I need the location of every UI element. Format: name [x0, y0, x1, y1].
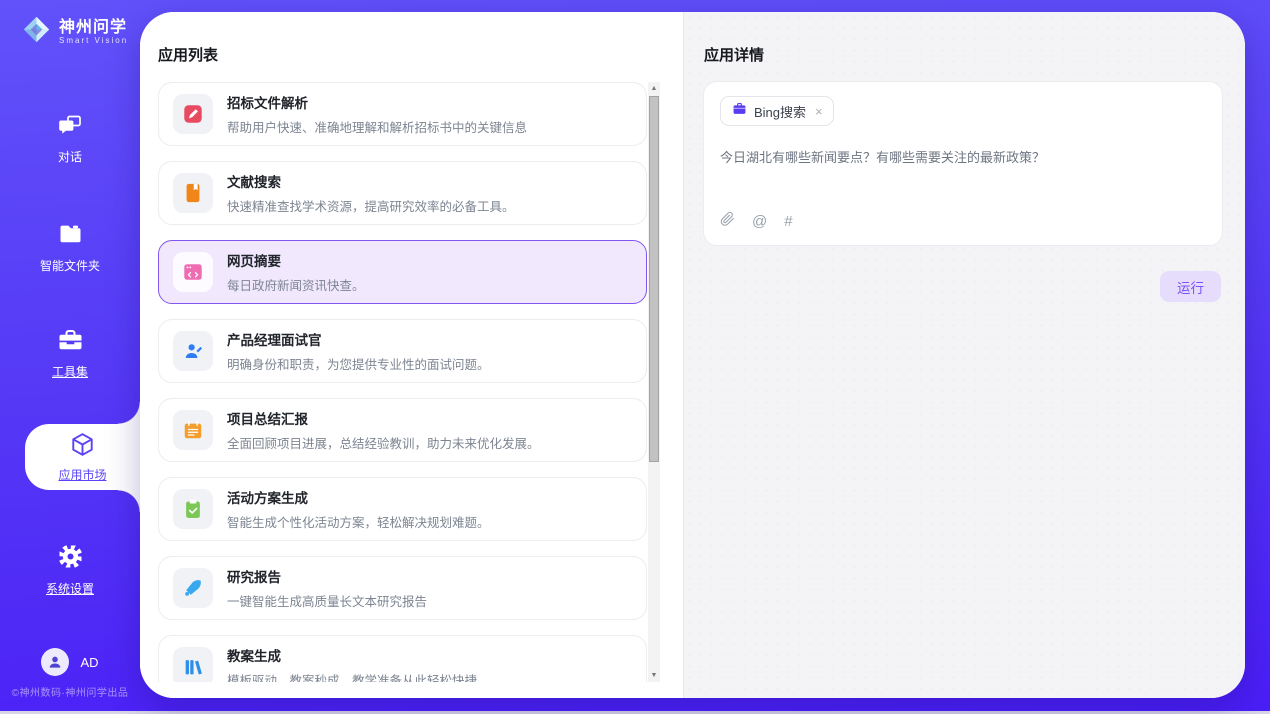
sidebar-item-smart-folder[interactable]: 智能文件夹 — [0, 221, 140, 274]
briefcase-icon — [732, 101, 747, 121]
sidebar-item-label: 对话 — [58, 148, 82, 165]
attachment-toolbar: @ # — [720, 211, 1206, 232]
calendar-icon — [173, 410, 213, 450]
sidebar-footer-credit: ©神州数码·神州问学出品 — [0, 684, 140, 699]
ink-pen-icon — [173, 568, 213, 608]
user-account[interactable]: AD — [0, 648, 140, 676]
app-card-literature-search[interactable]: 文献搜索 快速精准查找学术资源，提高研究效率的必备工具。 — [158, 161, 647, 225]
chip-close-icon[interactable]: × — [815, 104, 823, 119]
app-card-desc: 每日政府新闻资讯快查。 — [227, 275, 365, 294]
app-card-desc: 快速精准查找学术资源，提高研究效率的必备工具。 — [227, 196, 515, 215]
app-card-event-plan[interactable]: 活动方案生成 智能生成个性化活动方案，轻松解决规划难题。 — [158, 477, 647, 541]
app-card-title: 教案生成 — [227, 645, 477, 665]
app-card-title: 网页摘要 — [227, 250, 365, 270]
sidebar-item-label: 应用市场 — [58, 466, 106, 483]
app-card-title: 研究报告 — [227, 566, 427, 586]
sidebar-item-toolbox[interactable]: 工具集 — [0, 327, 140, 380]
app-list-title: 应用列表 — [158, 44, 218, 65]
app-card-title: 文献搜索 — [227, 171, 515, 191]
app-detail-panel: 应用详情 Bing搜索 × 今日湖北有哪些新闻要点？有哪些需要关注的最新政策？ — [683, 12, 1245, 698]
scrollbar-thumb[interactable] — [649, 96, 659, 462]
sidebar-item-label: 工具集 — [52, 363, 88, 380]
run-button[interactable]: 运行 — [1160, 271, 1221, 302]
scrollbar-down-arrow-icon[interactable]: ▼ — [648, 672, 660, 679]
folder-icon — [57, 221, 84, 250]
app-card-web-summary[interactable]: 网页摘要 每日政府新闻资讯快查。 — [158, 240, 647, 304]
sidebar-item-label: 智能文件夹 — [40, 257, 100, 274]
app-card-project-summary[interactable]: 项目总结汇报 全面回顾项目进展，总结经验教训，助力未来优化发展。 — [158, 398, 647, 462]
brand-diamond-icon — [21, 14, 52, 50]
app-list-scrollbar[interactable]: ▲ ▼ — [648, 82, 660, 682]
app-card-desc: 一键智能生成高质量长文本研究报告 — [227, 591, 427, 610]
clipboard-check-icon — [173, 489, 213, 529]
app-card-desc: 帮助用户快速、准确地理解和解析招标书中的关键信息 — [227, 117, 527, 136]
sidebar-item-chat[interactable]: 对话 — [0, 112, 140, 165]
user-label: AD — [80, 655, 98, 670]
sidebar-item-label: 系统设置 — [46, 580, 94, 597]
cube-icon — [69, 431, 96, 461]
main-window: 应用列表 招标文件解析 帮助用户快速、准确地理解和解析招标书中的关键信息 — [140, 12, 1245, 698]
app-card-desc: 全面回顾项目进展，总结经验教训，助力未来优化发展。 — [227, 433, 540, 452]
app-card-lesson-plan[interactable]: 教案生成 模板驱动，教案秒成，教学准备从此轻松快捷 — [158, 635, 647, 682]
app-detail-card: Bing搜索 × 今日湖北有哪些新闻要点？有哪些需要关注的最新政策？ @ # — [703, 81, 1223, 246]
document-edit-icon — [173, 94, 213, 134]
brand-subtitle: Smart Vision — [59, 36, 128, 45]
sidebar: 神州问学 Smart Vision 对话 智能文件夹 — [0, 0, 140, 711]
app-card-title: 活动方案生成 — [227, 487, 490, 507]
app-card-title: 项目总结汇报 — [227, 408, 540, 428]
tool-chip-label: Bing搜索 — [754, 102, 806, 121]
brand-logo: 神州问学 Smart Vision — [21, 14, 128, 50]
app-card-title: 招标文件解析 — [227, 92, 527, 112]
brand-name: 神州问学 — [59, 19, 128, 36]
app-list-panel: 应用列表 招标文件解析 帮助用户快速、准确地理解和解析招标书中的关键信息 — [140, 12, 683, 698]
sidebar-item-app-market[interactable]: 应用市场 — [25, 424, 140, 490]
app-card-desc: 明确身份和职责，为您提供专业性的面试问题。 — [227, 354, 490, 373]
app-card-title: 产品经理面试官 — [227, 329, 490, 349]
sidebar-item-settings[interactable]: 系统设置 — [0, 543, 140, 597]
books-icon — [173, 647, 213, 682]
toolbox-icon — [56, 327, 85, 356]
browser-code-icon — [173, 252, 213, 292]
mention-at-icon[interactable]: @ — [752, 214, 767, 229]
chat-icon — [57, 112, 84, 141]
interviewer-icon — [173, 331, 213, 371]
tool-chip-bing-search[interactable]: Bing搜索 × — [720, 96, 834, 126]
app-card-list: 招标文件解析 帮助用户快速、准确地理解和解析招标书中的关键信息 文献搜索 快速精… — [158, 82, 647, 682]
scrollbar-up-arrow-icon[interactable]: ▲ — [648, 85, 660, 92]
app-card-desc: 智能生成个性化活动方案，轻松解决规划难题。 — [227, 512, 490, 531]
paperclip-icon[interactable] — [720, 211, 735, 232]
app-card-bid-document-parse[interactable]: 招标文件解析 帮助用户快速、准确地理解和解析招标书中的关键信息 — [158, 82, 647, 146]
app-background: 神州问学 Smart Vision 对话 智能文件夹 — [0, 0, 1270, 711]
hashtag-icon[interactable]: # — [784, 214, 792, 229]
app-card-desc: 模板驱动，教案秒成，教学准备从此轻松快捷 — [227, 670, 477, 682]
app-card-research-report[interactable]: 研究报告 一键智能生成高质量长文本研究报告 — [158, 556, 647, 620]
user-avatar-icon — [41, 648, 69, 676]
app-card-pm-interviewer[interactable]: 产品经理面试官 明确身份和职责，为您提供专业性的面试问题。 — [158, 319, 647, 383]
book-icon — [173, 173, 213, 213]
query-text[interactable]: 今日湖北有哪些新闻要点？有哪些需要关注的最新政策？ — [720, 148, 1206, 211]
gear-icon — [57, 543, 84, 573]
app-detail-title: 应用详情 — [704, 44, 764, 65]
